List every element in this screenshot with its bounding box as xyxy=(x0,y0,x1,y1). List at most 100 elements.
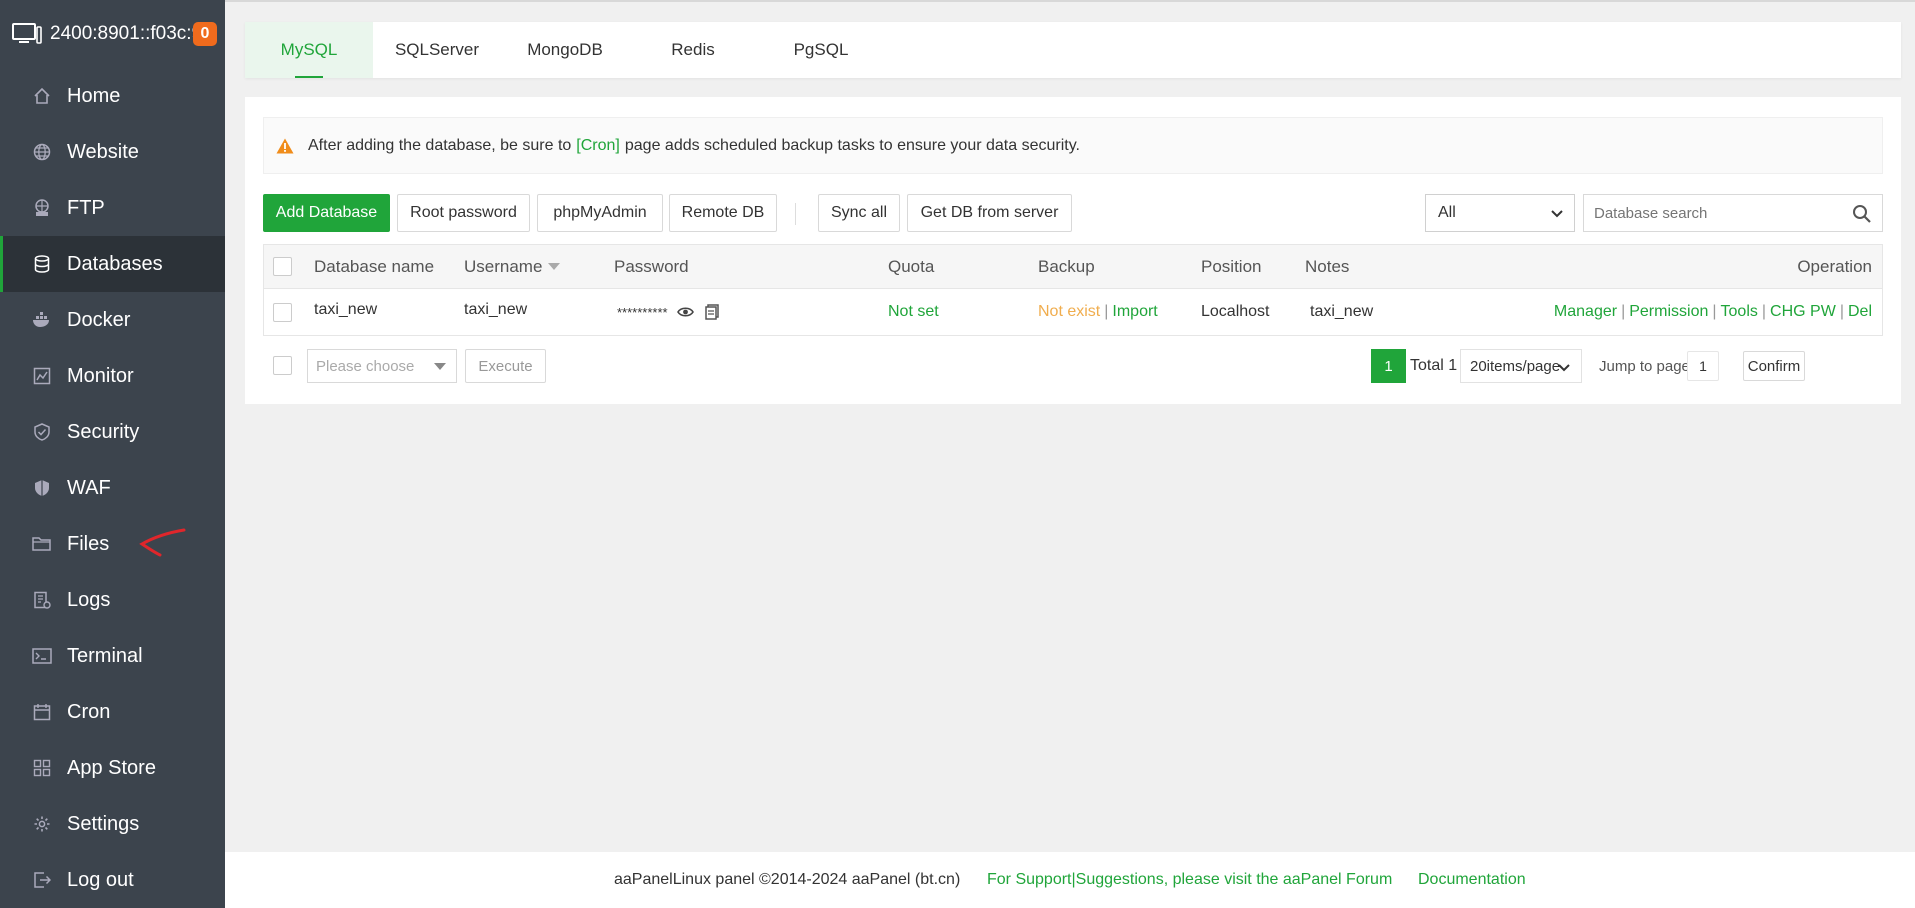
caret-down-icon xyxy=(434,363,446,370)
eye-icon[interactable] xyxy=(676,306,694,318)
sidebar-item-logs[interactable]: Logs xyxy=(0,572,225,628)
sidebar-item-logout[interactable]: Log out xyxy=(0,852,225,908)
header-username[interactable]: Username xyxy=(464,245,561,288)
get-db-from-server-button[interactable]: Get DB from server xyxy=(907,194,1072,232)
sidebar-item-label: Monitor xyxy=(67,364,134,387)
jump-page-input[interactable]: 1 xyxy=(1687,351,1719,381)
items-per-page-value: 20items/page xyxy=(1470,357,1561,375)
copy-icon[interactable] xyxy=(704,304,719,320)
globe-icon xyxy=(32,142,52,162)
tab-redis[interactable]: Redis xyxy=(629,22,757,78)
sidebar-item-label: App Store xyxy=(67,756,156,779)
remote-db-button[interactable]: Remote DB xyxy=(669,194,777,232)
shield-check-icon xyxy=(32,422,52,442)
cell-notes[interactable]: taxi_new xyxy=(1310,289,1373,335)
sidebar-item-label: Docker xyxy=(67,308,131,331)
sidebar-item-website[interactable]: Website xyxy=(0,124,225,180)
page-footer: aaPanelLinux panel ©2014-2024 aaPanel (b… xyxy=(225,852,1915,908)
permission-link[interactable]: Permission xyxy=(1629,303,1708,321)
sidebar-item-label: Databases xyxy=(67,252,163,275)
sidebar-item-security[interactable]: Security xyxy=(0,404,225,460)
sidebar-item-label: WAF xyxy=(67,476,111,499)
shield-icon xyxy=(32,478,52,498)
separator: | xyxy=(1712,303,1717,320)
backup-status-link[interactable]: Not exist xyxy=(1038,303,1100,321)
table-footer: Please choose Execute 1 Total 1 20items/… xyxy=(263,347,1883,385)
add-database-button[interactable]: Add Database xyxy=(263,194,390,232)
root-password-button[interactable]: Root password xyxy=(397,194,530,232)
server-header[interactable]: 2400:8901::f03c:9 0 xyxy=(0,0,225,68)
header-database-name[interactable]: Database name xyxy=(314,245,434,288)
sidebar-item-databases[interactable]: Databases xyxy=(0,236,225,292)
tab-pgsql[interactable]: PgSQL xyxy=(757,22,885,78)
change-password-link[interactable]: CHG PW xyxy=(1770,303,1836,321)
header-notes: Notes xyxy=(1305,256,1350,276)
documentation-link[interactable]: Documentation xyxy=(1418,871,1526,889)
items-per-page-select[interactable]: 20items/page xyxy=(1460,349,1582,383)
sidebar-item-home[interactable]: Home xyxy=(0,68,225,124)
sidebar-item-label: Home xyxy=(67,84,121,107)
sidebar-item-docker[interactable]: Docker xyxy=(0,292,225,348)
cell-database-name: taxi_new xyxy=(314,301,378,318)
database-panel: After adding the database, be sure to [C… xyxy=(245,97,1901,404)
tab-mongodb[interactable]: MongoDB xyxy=(501,22,629,78)
sidebar-item-monitor[interactable]: Monitor xyxy=(0,348,225,404)
select-all-checkbox[interactable] xyxy=(273,257,292,276)
header-position: Position xyxy=(1201,256,1262,276)
tools-link[interactable]: Tools xyxy=(1721,303,1758,321)
sidebar-item-ftp[interactable]: FTP xyxy=(0,180,225,236)
search-icon[interactable] xyxy=(1852,204,1872,224)
sidebar-item-terminal[interactable]: Terminal xyxy=(0,628,225,684)
database-table: Database name Username Password Quota Ba… xyxy=(263,244,1883,336)
sidebar-item-files[interactable]: Files xyxy=(0,516,225,572)
server-ip: 2400:8901::f03c:9 xyxy=(50,23,196,44)
toolbar-divider xyxy=(795,203,796,225)
sidebar-item-app-store[interactable]: App Store xyxy=(0,740,225,796)
gear-icon xyxy=(32,814,52,834)
sync-all-button[interactable]: Sync all xyxy=(818,194,900,232)
home-icon xyxy=(32,86,52,106)
tab-sqlserver[interactable]: SQLServer xyxy=(373,22,501,78)
database-type-tabs: MySQL SQLServer MongoDB Redis PgSQL xyxy=(245,22,1901,78)
manager-link[interactable]: Manager xyxy=(1554,303,1617,321)
password-mask: ********** xyxy=(617,304,668,320)
cell-position: Localhost xyxy=(1201,303,1270,320)
support-forum-link[interactable]: For Support|Suggestions, please visit th… xyxy=(987,871,1392,889)
sidebar-item-label: FTP xyxy=(67,196,105,219)
separator: | xyxy=(1621,303,1626,320)
table-header: Database name Username Password Quota Ba… xyxy=(264,245,1882,289)
batch-action-select[interactable]: Please choose xyxy=(307,349,457,383)
sidebar-item-waf[interactable]: WAF xyxy=(0,460,225,516)
database-search-input[interactable] xyxy=(1584,204,1834,222)
separator: | xyxy=(1761,303,1767,320)
database-filter-select[interactable]: All xyxy=(1425,194,1575,232)
row-checkbox[interactable] xyxy=(273,302,292,322)
cell-backup: Not exist | Import xyxy=(1038,289,1158,335)
sidebar-item-label: Website xyxy=(67,140,139,163)
jump-to-page-label: Jump to page xyxy=(1599,357,1690,375)
database-search xyxy=(1583,194,1883,232)
header-password: Password xyxy=(614,256,689,276)
batch-select-checkbox[interactable] xyxy=(273,356,292,375)
tab-mysql[interactable]: MySQL xyxy=(245,22,373,78)
delete-link[interactable]: Del xyxy=(1848,303,1872,321)
current-page[interactable]: 1 xyxy=(1371,349,1406,383)
cron-link[interactable]: [Cron] xyxy=(576,137,620,155)
sidebar-item-settings[interactable]: Settings xyxy=(0,796,225,852)
database-toolbar: Add Database Root password phpMyAdmin Re… xyxy=(263,194,1883,232)
phpmyadmin-button[interactable]: phpMyAdmin xyxy=(537,194,663,232)
cell-quota[interactable]: Not set xyxy=(888,289,939,335)
import-link[interactable]: Import xyxy=(1112,303,1157,321)
cell-operations: Manager | Permission | Tools | CHG PW | … xyxy=(1554,289,1872,335)
calendar-icon xyxy=(32,702,52,722)
ftp-icon xyxy=(32,198,52,218)
sort-down-icon[interactable] xyxy=(548,262,561,271)
execute-button[interactable]: Execute xyxy=(465,349,546,383)
confirm-button[interactable]: Confirm xyxy=(1743,351,1805,381)
sidebar-item-cron[interactable]: Cron xyxy=(0,684,225,740)
top-border xyxy=(225,0,1915,2)
cell-password: ********** xyxy=(617,289,719,335)
select-all-cell xyxy=(273,245,292,288)
notification-badge[interactable]: 0 xyxy=(193,22,217,46)
folder-icon xyxy=(32,534,52,554)
